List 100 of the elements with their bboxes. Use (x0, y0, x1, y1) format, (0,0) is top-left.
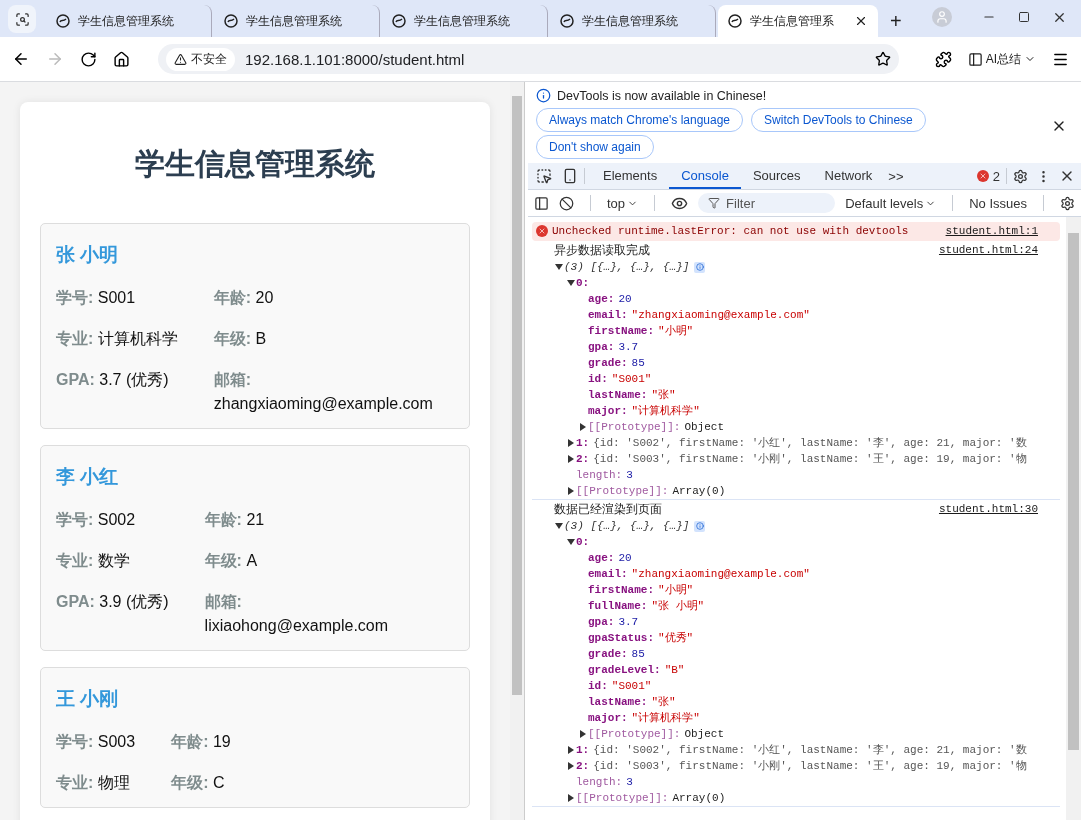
error-count-badge[interactable]: 2 (976, 168, 1000, 184)
property-value: "计算机科学" (631, 711, 700, 726)
student-field: 学号: S001 (56, 286, 178, 310)
maximize-icon[interactable] (1018, 11, 1030, 23)
issues-text[interactable]: No Issues (969, 195, 1027, 211)
site-icon (560, 14, 574, 28)
info-icon (694, 261, 706, 273)
object-preview: {id: 'S002', firstName: '小红', lastName: '李', age: 21, major: '数 (593, 743, 1027, 758)
new-tab-button[interactable]: + (880, 5, 912, 37)
devtools-tab[interactable]: Elements (591, 163, 670, 189)
property-key: 2: (576, 451, 590, 467)
property-value: 3 (626, 468, 633, 483)
inspect-element-icon[interactable] (536, 168, 552, 184)
scrollbar[interactable] (1066, 217, 1081, 820)
error-icon (536, 225, 548, 237)
property-key: gradeLevel: (588, 662, 661, 678)
property-key: length: (576, 467, 623, 483)
property-value: "小明" (658, 324, 694, 339)
clear-console-icon[interactable] (559, 195, 574, 211)
settings-icon[interactable] (1060, 195, 1075, 211)
info-icon (694, 520, 706, 532)
extensions-icon[interactable] (934, 50, 952, 68)
property-value: Object (684, 727, 725, 742)
student-field: 年级: A (204, 549, 430, 573)
property-value: 20 (618, 551, 632, 566)
property-key: gpaStatus: (588, 630, 654, 646)
browser-tab[interactable]: 学生信息管理系 (718, 5, 878, 37)
device-toolbar-icon[interactable] (562, 168, 578, 184)
property-key: major: (588, 403, 628, 419)
devtools-tab[interactable]: Console (669, 163, 741, 189)
tab-title: 学生信息管理系统 (246, 12, 343, 30)
log-levels-dropdown[interactable]: Default levels (845, 195, 937, 211)
ai-summary-button[interactable]: AI总结 (967, 50, 1036, 68)
property-value: 3 (626, 775, 633, 790)
infobar-button[interactable]: Switch DevTools to Chinese (751, 108, 926, 132)
back-icon[interactable] (12, 50, 30, 68)
object-preview: {id: 'S003', firstName: '小刚', lastName: '王', age: 19, major: '物 (593, 759, 1027, 774)
property-value: 20 (618, 292, 632, 307)
property-key: email: (588, 307, 628, 323)
address-bar[interactable]: 不安全 192.168.1.101:8000/student.html (158, 44, 899, 74)
close-icon[interactable] (854, 14, 868, 28)
property-key: lastName: (588, 387, 648, 403)
property-key: lastName: (588, 694, 648, 710)
filter-icon (708, 197, 721, 209)
property-key: id: (588, 371, 608, 387)
site-icon (56, 14, 70, 28)
property-value: 85 (631, 647, 645, 662)
bookmark-star-icon[interactable] (874, 51, 891, 67)
devtools-tab[interactable]: Sources (740, 163, 813, 189)
object-preview: {id: 'S002', firstName: '小红', lastName: '李', age: 21, major: '数 (593, 436, 1027, 451)
property-key: grade: (588, 355, 628, 371)
context-dropdown[interactable]: top (607, 195, 639, 211)
property-value: 3.7 (618, 340, 639, 355)
site-icon (728, 14, 742, 28)
property-key: gpa: (588, 614, 615, 630)
reload-icon[interactable] (80, 50, 97, 68)
tab-search-icon[interactable] (8, 5, 36, 33)
student-field: 专业: 物理 (56, 771, 136, 795)
info-icon (536, 88, 551, 103)
property-value: "B" (664, 663, 685, 678)
more-tabs-button[interactable]: >> (884, 168, 908, 184)
sidebar-icon[interactable] (534, 195, 549, 211)
tab-title: 学生信息管理系统 (414, 12, 511, 30)
property-key: [[Prototype]]: (588, 419, 681, 435)
property-key: length: (576, 774, 623, 790)
student-field: 专业: 数学 (56, 549, 169, 573)
settings-icon[interactable] (1013, 168, 1028, 184)
student-field: 年龄: 20 (213, 286, 439, 310)
property-value: "zhangxiaoming@example.com" (631, 308, 810, 323)
property-key: 1: (576, 742, 590, 758)
property-value: "张" (651, 695, 676, 710)
security-chip[interactable]: 不安全 (166, 47, 235, 71)
property-key: major: (588, 710, 628, 726)
property-key: 0: (576, 534, 590, 550)
scrollbar[interactable] (510, 82, 524, 820)
property-key: 2: (576, 758, 590, 774)
devtools-tab[interactable]: Network (812, 163, 885, 189)
site-icon (392, 14, 406, 28)
property-key: 0: (576, 275, 590, 291)
property-key: email: (588, 566, 628, 582)
property-key: [[Prototype]]: (588, 726, 681, 742)
source-link[interactable]: student.html:24 (938, 242, 1038, 258)
student-field: 年龄: 21 (204, 508, 430, 532)
property-value: "张 小明" (651, 599, 705, 614)
property-key: firstName: (588, 323, 654, 339)
array-summary[interactable]: (3) [{…}, {…}, {…}] (564, 518, 690, 534)
property-value: Array(0) (672, 791, 726, 806)
array-summary[interactable]: (3) [{…}, {…}, {…}] (564, 259, 690, 275)
infobar-button[interactable]: Always match Chrome's language (536, 108, 744, 132)
student-name: 李 小红 (56, 465, 120, 489)
source-link[interactable]: student.html:1 (945, 223, 1038, 239)
infobar-button[interactable]: Don't show again (536, 135, 654, 159)
property-key: [[Prototype]]: (576, 790, 669, 806)
student-field: 年级: B (213, 327, 439, 351)
source-link[interactable]: student.html:30 (938, 501, 1038, 517)
property-value: "S001" (611, 679, 652, 694)
filter-field[interactable]: Filter (698, 193, 836, 213)
home-icon[interactable] (113, 50, 130, 68)
student-field: 年级: C (171, 771, 231, 795)
console-message: 数据已经渲染到页面 (554, 502, 663, 517)
